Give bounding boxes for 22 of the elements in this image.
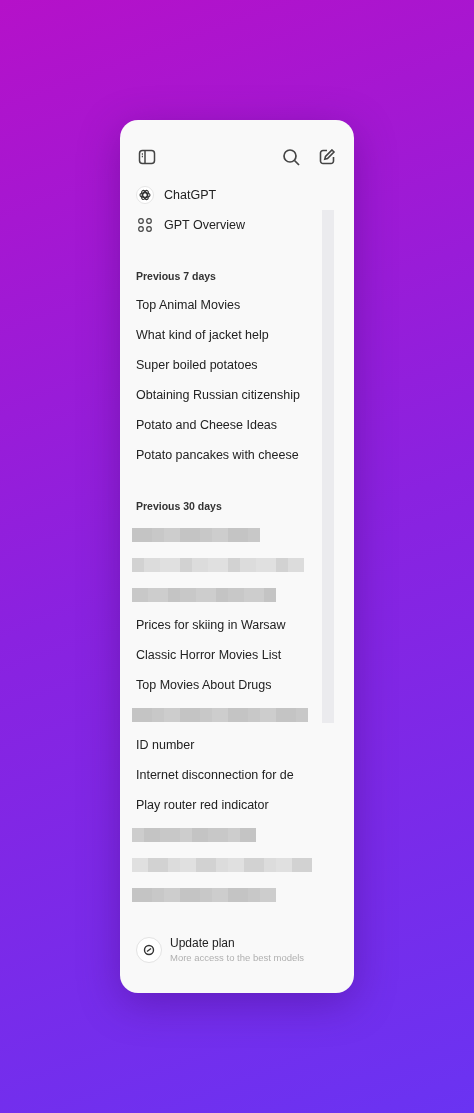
chat-item[interactable]: Potato pancakes with cheese: [136, 440, 320, 470]
chat-item[interactable]: Top Movies About Drugs: [136, 670, 320, 700]
chat-item[interactable]: ID number: [136, 730, 320, 760]
grid-icon: [136, 216, 154, 234]
nav-link[interactable]: GPT Overview: [136, 210, 320, 240]
upgrade-subtitle: More access to the best models: [170, 952, 305, 963]
chat-item[interactable]: What kind of jacket help: [136, 320, 320, 350]
chat-item[interactable]: Top Animal Movies: [136, 290, 320, 320]
nav-link[interactable]: ChatGPT: [136, 180, 320, 210]
section-heading: Previous 30 days: [136, 499, 223, 514]
chat-item[interactable]: Potato and Cheese Ideas: [136, 410, 320, 440]
chat-item[interactable]: Super boiled potatoes: [136, 350, 320, 380]
chat-item[interactable]: Internet disconnection for de: [136, 760, 320, 790]
chat-item[interactable]: Play router red indicator: [136, 790, 320, 820]
chat-item[interactable]: Prices for skiing in Warsaw: [136, 610, 320, 640]
search-icon[interactable]: [280, 146, 302, 168]
logo-icon: [136, 186, 154, 204]
upgrade-title[interactable]: Update plan: [170, 936, 305, 950]
upgrade-icon: [136, 936, 162, 963]
chat-item[interactable]: Obtaining Russian citizenship: [136, 380, 320, 410]
section-heading: Previous 7 days: [136, 269, 217, 284]
chat-item[interactable]: Classic Horror Movies List: [136, 640, 320, 670]
